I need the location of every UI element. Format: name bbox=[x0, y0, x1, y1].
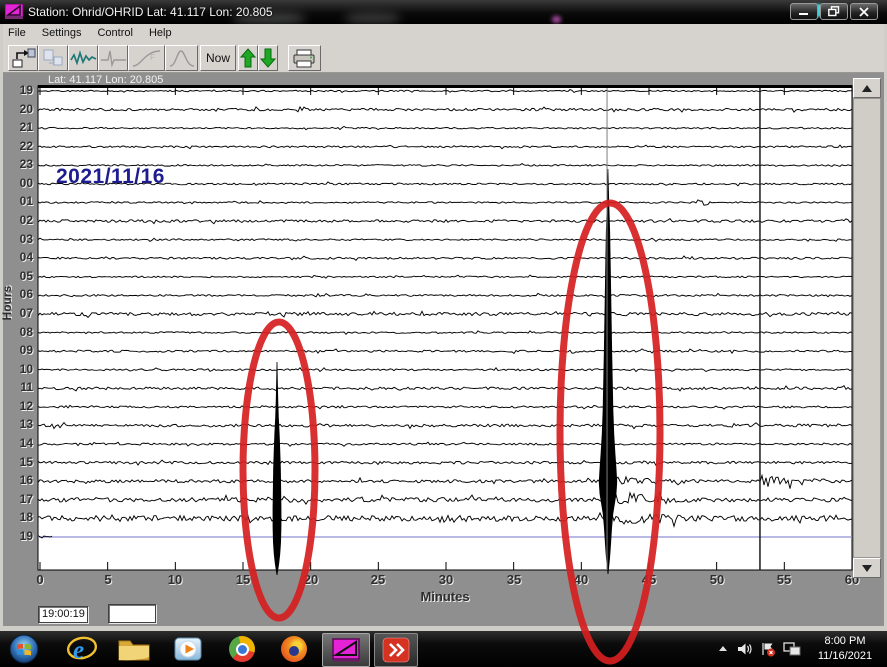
minute-label: 0 bbox=[26, 572, 54, 587]
minute-label: 20 bbox=[297, 572, 325, 587]
hour-label: 00 bbox=[3, 177, 33, 190]
hour-label: 09 bbox=[3, 344, 33, 357]
desktop: Station: Ohrid/OHRID Lat: 41.117 Lon: 20… bbox=[0, 0, 887, 667]
folder-icon bbox=[117, 635, 151, 663]
scrollbar-thumb[interactable] bbox=[853, 98, 881, 558]
chrome-button[interactable] bbox=[222, 633, 262, 665]
network-button[interactable] bbox=[783, 641, 802, 657]
taskbar: e bbox=[0, 631, 887, 667]
action-center-button[interactable] bbox=[760, 641, 776, 657]
clock-date: 11/16/2021 bbox=[809, 649, 881, 664]
hour-label: 08 bbox=[3, 326, 33, 339]
hour-label: 11 bbox=[3, 381, 33, 394]
up-triangle-icon bbox=[862, 85, 872, 92]
minute-label: 30 bbox=[432, 572, 460, 587]
hour-label: 16 bbox=[3, 474, 33, 487]
hour-label: 20 bbox=[3, 103, 33, 116]
remote-app-button[interactable] bbox=[374, 633, 418, 667]
windows-explorer-button[interactable] bbox=[114, 633, 154, 665]
scroll-down-button[interactable] bbox=[853, 558, 881, 578]
volume-button[interactable] bbox=[736, 641, 753, 657]
hour-label: 23 bbox=[3, 158, 33, 171]
minute-label: 45 bbox=[635, 572, 663, 587]
minute-label: 55 bbox=[770, 572, 798, 587]
hour-label: 14 bbox=[3, 437, 33, 450]
chart-date-label: 2021/11/16 bbox=[56, 165, 165, 189]
seismograph-app-button[interactable] bbox=[322, 633, 370, 667]
x-axis-title: Minutes bbox=[410, 589, 480, 604]
hour-label: 13 bbox=[3, 418, 33, 431]
minute-label: 15 bbox=[229, 572, 257, 587]
media-player-button[interactable] bbox=[168, 633, 208, 665]
media-player-icon bbox=[173, 634, 203, 664]
chart-header: Lat: 41.117 Lon: 20.805 bbox=[48, 74, 163, 86]
action-center-flag-icon bbox=[760, 641, 776, 657]
start-button[interactable] bbox=[6, 633, 42, 665]
hour-label: 01 bbox=[3, 195, 33, 208]
system-tray: 8:00 PM 11/16/2021 bbox=[717, 631, 887, 667]
minute-label: 50 bbox=[703, 572, 731, 587]
speaker-icon bbox=[736, 641, 753, 657]
hour-label: 15 bbox=[3, 456, 33, 469]
hour-label: 06 bbox=[3, 288, 33, 301]
show-hidden-icons-button[interactable] bbox=[717, 644, 729, 654]
windows-start-icon bbox=[9, 634, 39, 664]
hour-label: 03 bbox=[3, 233, 33, 246]
chrome-icon bbox=[229, 636, 255, 662]
internet-explorer-icon: e bbox=[66, 634, 98, 664]
hour-label: 17 bbox=[3, 493, 33, 506]
firefox-button[interactable] bbox=[274, 633, 314, 665]
down-triangle-icon bbox=[862, 565, 872, 572]
minute-label: 10 bbox=[161, 572, 189, 587]
minute-label: 35 bbox=[500, 572, 528, 587]
hour-label: 10 bbox=[3, 363, 33, 376]
seismograph-app-icon bbox=[332, 638, 360, 662]
hidden-icons-arrow-icon bbox=[717, 644, 729, 654]
vertical-scrollbar[interactable] bbox=[853, 78, 881, 578]
scroll-up-button[interactable] bbox=[853, 78, 881, 98]
helicorder-chart[interactable] bbox=[0, 0, 887, 667]
internet-explorer-button[interactable]: e bbox=[62, 633, 102, 665]
clock-time: 8:00 PM bbox=[809, 634, 881, 649]
hour-label: 19 bbox=[3, 84, 33, 97]
minute-label: 5 bbox=[94, 572, 122, 587]
hour-label: 18 bbox=[3, 511, 33, 524]
firefox-icon bbox=[281, 636, 307, 662]
start-time-field[interactable]: 19:00:19 bbox=[38, 606, 88, 623]
plot-background bbox=[38, 86, 852, 570]
hour-label: 19 bbox=[3, 530, 33, 543]
hour-label: 07 bbox=[3, 307, 33, 320]
hour-label: 12 bbox=[3, 400, 33, 413]
hour-label: 05 bbox=[3, 270, 33, 283]
hour-label: 04 bbox=[3, 251, 33, 264]
network-icon bbox=[783, 641, 802, 657]
hour-label: 02 bbox=[3, 214, 33, 227]
hour-label: 21 bbox=[3, 121, 33, 134]
hour-label: 22 bbox=[3, 140, 33, 153]
minute-label: 25 bbox=[364, 572, 392, 587]
aux-field[interactable] bbox=[108, 604, 156, 623]
minute-label: 40 bbox=[567, 572, 595, 587]
taskbar-clock[interactable]: 8:00 PM 11/16/2021 bbox=[809, 634, 881, 664]
remote-app-icon bbox=[382, 637, 410, 663]
svg-text:e: e bbox=[73, 637, 84, 664]
